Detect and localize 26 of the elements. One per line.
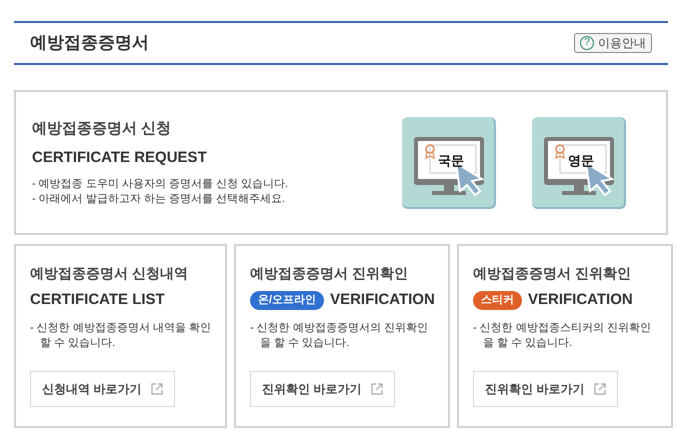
note-text: - 아래에서 발급하고자 하는 증명서를 선택해주세요.: [32, 192, 286, 207]
card-badge: 스티커: [473, 290, 522, 310]
card-title: 예방접종증명서 신청내역: [30, 264, 189, 283]
card-subtitle: VERIFICATION: [528, 290, 633, 310]
external-link-icon: [371, 382, 384, 394]
page-title: 예방접종증명서: [30, 32, 149, 54]
card-badge: 온/오프라인: [250, 290, 324, 310]
external-link-icon: [594, 382, 606, 394]
panel-subtitle: CERTIFICATE REQUEST: [32, 148, 208, 168]
shortcut-button[interactable]: 진위확인 바로가기: [473, 370, 618, 406]
card-subtitle: CERTIFICATE LIST: [30, 290, 165, 310]
card-title: 예방접종증명서 진위확인: [250, 264, 409, 283]
card-subtitle: VERIFICATION: [330, 290, 435, 310]
panel-title: 예방접종증명서 신청: [32, 119, 172, 139]
note-text: - 예방접종 도우미 사용자의 증명서를 신청 있습니다.: [32, 177, 290, 192]
external-link-icon: [151, 382, 164, 394]
card-description: - 신청한 예방접종증명서 내역을 확인할 수 있습니다.: [30, 320, 212, 350]
card-description: - 신청한 예방접종스티커의 진위확인을 할 수 있습니다.: [473, 320, 652, 350]
certificate-button[interactable]: 영문: [532, 116, 626, 208]
help-icon: ?: [580, 36, 594, 50]
certificate-button[interactable]: 국문: [402, 116, 496, 208]
shortcut-button[interactable]: 신청내역 바로가기: [30, 370, 176, 406]
help-button[interactable]: ? 이용안내: [574, 33, 652, 53]
shortcut-button[interactable]: 진위확인 바로가기: [250, 370, 396, 406]
card-title: 예방접종증명서 진위확인: [473, 264, 632, 283]
card-description: - 신청한 예방접종증명서의 진위확인을 할 수 있습니다.: [250, 320, 429, 350]
